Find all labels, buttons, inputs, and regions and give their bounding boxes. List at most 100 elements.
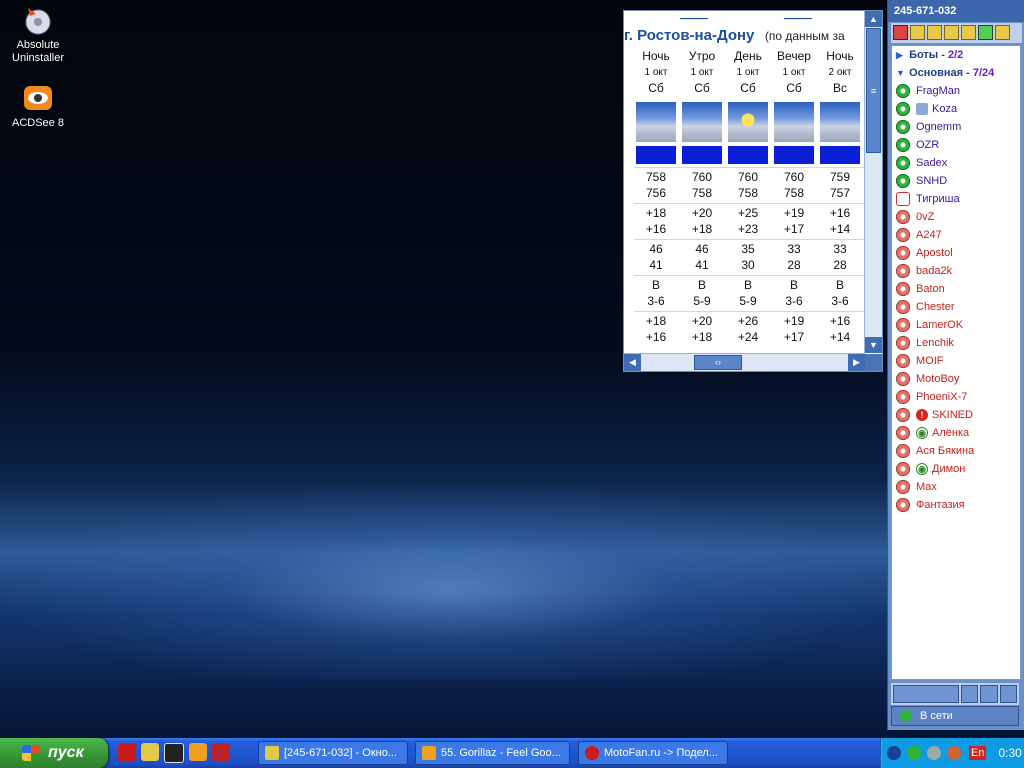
tools-icon[interactable] [978,25,993,40]
humidity-max: 46 [695,242,709,256]
icq-icon[interactable] [141,743,159,761]
humidity-max: 35 [741,242,755,256]
contact-item[interactable]: ◉ Димон [892,460,1020,478]
vertical-scrollbar[interactable]: ▲ ≡ ▼ [864,11,882,353]
contact-item[interactable]: ◉ Алёнка [892,424,1020,442]
desktop-icon-absolute-uninstaller[interactable]: Absolute Uninstaller [0,4,76,65]
contact-name: Apostol [916,247,953,259]
contact-item[interactable]: Фантазия [892,496,1020,514]
contact-item[interactable]: OZR [892,136,1020,154]
scroll-right-icon[interactable]: ▶ [848,354,865,371]
sound-icon[interactable] [927,25,942,40]
date-label: 1 окт [644,67,668,78]
weather-top-link[interactable]: _____ [784,11,812,20]
contact-item[interactable]: Ognemm [892,118,1020,136]
wind-direction: В [789,278,798,292]
contact-item[interactable]: Baton [892,280,1020,298]
icq-title-bar[interactable]: 245-671-032 [888,0,1024,22]
contact-item[interactable]: Max [892,478,1020,496]
precipitation-bar [636,146,676,164]
status-selector[interactable]: В сети [891,706,1019,726]
contact-item[interactable]: FragMan [892,82,1020,100]
main-menu-button[interactable] [893,685,959,703]
forecast-column: Ночь 2 окт Вс 759 757 +16 +14 33 28 В 3-6 +16 +14 [818,49,862,344]
horizontal-scrollbar[interactable]: ◀ ‹› ▶ [624,353,865,371]
icq-contact-list-window: 245-671-032 ▶ Боты - 2/2 ▼ Основная - 7/… [887,0,1024,730]
collapsed-triangle-icon: ▶ [896,50,903,60]
network-icon[interactable] [887,746,901,760]
online-flower-icon [896,120,910,134]
contact-item[interactable]: Apostol [892,244,1020,262]
feels-min: +18 [691,330,713,344]
contact-name: OZR [916,139,940,151]
pressure-max: 759 [829,170,851,184]
acdsee-icon [22,82,54,114]
group-header-bots[interactable]: ▶ Боты - 2/2 [892,46,1020,64]
flag-icon[interactable] [947,746,961,760]
contacts-container: FragMan Koza Ognemm OZR Sadex SNHD Тигриша 0vZ A… [892,82,1020,514]
contact-item[interactable]: Тигриша [892,190,1020,208]
scroll-thumb[interactable]: ≡ [866,28,881,153]
weather-top-link[interactable]: _____ [680,11,708,20]
icq-tray-icon[interactable] [907,746,921,760]
start-button[interactable]: пуск [0,738,108,768]
temp-min: +23 [737,222,759,236]
calculator-icon[interactable] [212,743,230,761]
temp-min: +17 [783,222,805,236]
volume-icon[interactable] [927,746,941,760]
humidity-min: 41 [649,258,663,272]
precipitation-bar [682,146,722,164]
contact-item[interactable]: A247 [892,226,1020,244]
opera-icon[interactable] [118,743,136,761]
eye-icon: ◉ [916,463,928,475]
contact-item[interactable]: MOIF [892,352,1020,370]
temp-max: +20 [691,206,713,220]
temp-min: +14 [829,222,851,236]
contact-item[interactable]: Chester [892,298,1020,316]
task-button[interactable]: MotoFan.ru -> Подел... [578,741,728,765]
help-icon[interactable] [961,25,976,40]
contact-item[interactable]: 0vZ [892,208,1020,226]
scroll-left-icon[interactable]: ◀ [624,354,641,371]
contact-item[interactable]: ! SKINED [892,406,1020,424]
contact-item[interactable]: bada2k [892,262,1020,280]
task-button[interactable]: [245-671-032] - Окно... [258,741,408,765]
start-label: пуск [48,744,84,761]
contact-item[interactable]: Ася Бякина [892,442,1020,460]
language-indicator[interactable]: En [969,746,987,760]
contact-item[interactable]: MotoBoy [892,370,1020,388]
contact-item[interactable]: Koza [892,100,1020,118]
scroll-down-icon[interactable]: ▼ [865,337,882,353]
task-label: MotoFan.ru -> Подел... [604,747,718,759]
weekday-label: Вс [832,81,847,95]
check-icon[interactable] [980,685,998,703]
contact-item[interactable]: Sadex [892,154,1020,172]
scroll-thumb[interactable]: ‹› [694,355,742,370]
more-icon[interactable] [995,25,1010,40]
wind-speed: 3-6 [647,294,665,308]
help-icon[interactable] [999,685,1017,703]
icq-toolbar [891,23,1022,43]
humidity-min: 28 [833,258,847,272]
save-icon[interactable] [960,685,979,703]
feels-min: +24 [737,330,759,344]
contact-item[interactable]: Lenchik [892,334,1020,352]
history-icon[interactable] [944,25,959,40]
weather-city: г. Ростов-на-Дону [624,27,755,44]
contact-item[interactable]: LamerOK [892,316,1020,334]
group-header-main[interactable]: ▼ Основная - 7/24 [892,64,1020,82]
task-button[interactable]: 55. Gorillaz - Feel Goo... [415,741,570,765]
desktop-icon-acdsee[interactable]: ACDSee 8 [0,82,76,130]
contact-name: SKINED [932,409,973,421]
pressure-min: 757 [829,186,851,200]
contact-item[interactable]: SNHD [892,172,1020,190]
menu-icon[interactable] [893,25,908,40]
message-icon[interactable] [910,25,925,40]
wind-speed: 5-9 [739,294,757,308]
player-icon[interactable] [189,743,207,761]
winamp-icon[interactable] [164,743,184,763]
scroll-up-icon[interactable]: ▲ [865,11,882,27]
contact-item[interactable]: PhoeniX-7 [892,388,1020,406]
row-separator [634,167,880,168]
contact-name: Max [916,481,937,493]
